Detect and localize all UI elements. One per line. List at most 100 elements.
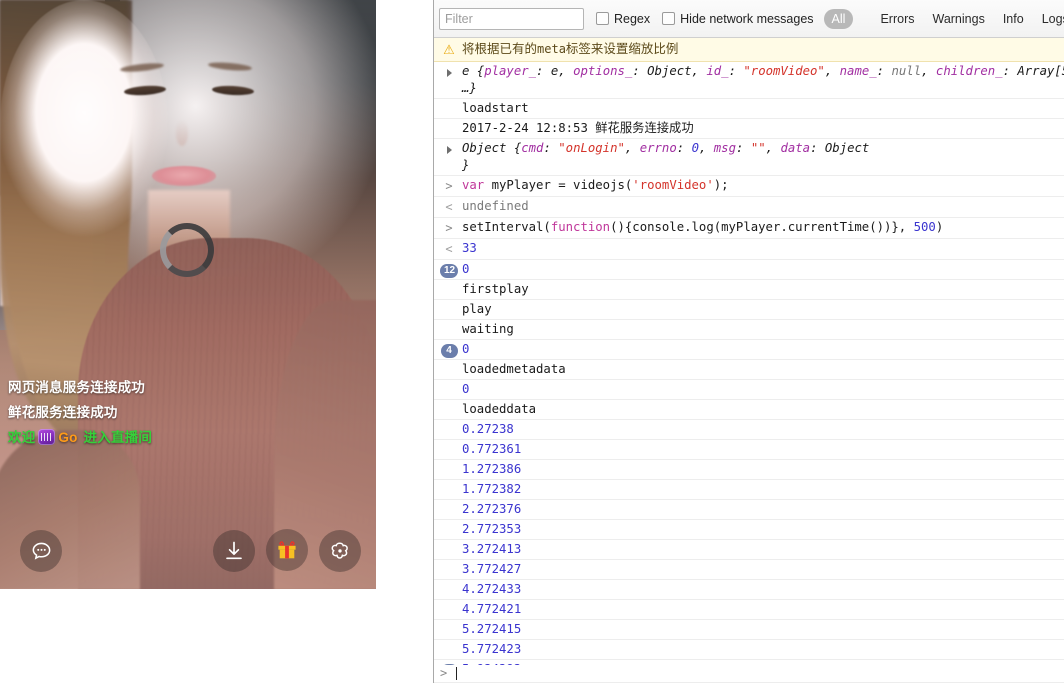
code-token: setInterval(	[462, 220, 551, 234]
console-log-row[interactable]: >setInterval(function(){console.log(myPl…	[434, 218, 1064, 239]
log-value: 0	[462, 262, 469, 276]
console-log-text: 4.772421	[458, 601, 1060, 618]
code-token: 0	[692, 141, 699, 155]
console-log-row[interactable]: 2.772353	[434, 520, 1064, 540]
code-segments: var myPlayer = videojs('roomVideo');	[462, 178, 729, 192]
regex-checkbox[interactable]: Regex	[596, 12, 650, 26]
console-log-text: Object {cmd: "onLogin", errno: 0, msg: "…	[458, 140, 1060, 174]
console-log-row[interactable]: 5.772423	[434, 640, 1064, 660]
log-row-gutter	[440, 421, 458, 422]
console-input-row[interactable]: >	[434, 665, 1064, 683]
code-token: id_	[706, 64, 728, 78]
console-log-row[interactable]: 4.772421	[434, 600, 1064, 620]
console-log-row[interactable]: > var myPlayer = videojs('roomVideo');	[434, 176, 1064, 197]
console-log-row[interactable]: 40	[434, 340, 1064, 360]
code-token: :	[736, 141, 751, 155]
console-log-text: var myPlayer = videojs('roomVideo');	[458, 177, 1060, 194]
console-log-row[interactable]: ⚠将根据已有的meta标签来设置缩放比例	[434, 38, 1064, 62]
console-log-text: e {player_: e, options_: Object, id_: "r…	[458, 63, 1060, 97]
log-value: 5.272415	[462, 622, 521, 636]
console-log-text: 33	[458, 240, 1060, 257]
regex-checkbox-box[interactable]	[596, 12, 609, 25]
gift-button[interactable]	[266, 529, 308, 571]
code-token: ,	[921, 64, 936, 78]
code-token: 'roomVideo'	[632, 178, 713, 192]
tab-all[interactable]: All	[824, 9, 854, 29]
warn-text-mono: meta	[537, 42, 566, 56]
console-log-row[interactable]: 0	[434, 380, 1064, 400]
console-log-row[interactable]: 5.272415	[434, 620, 1064, 640]
tab-errors[interactable]: Errors	[872, 9, 922, 29]
console-log-text: 5.272415	[458, 621, 1060, 638]
console-log-row[interactable]: firstplay	[434, 280, 1064, 300]
console-log-row[interactable]: <undefined	[434, 197, 1064, 218]
console-log-row[interactable]: 0.772361	[434, 440, 1064, 460]
console-log-row[interactable]: 3.772427	[434, 560, 1064, 580]
code-token: : Object,	[632, 64, 706, 78]
console-log-text: 0.772361	[458, 441, 1060, 458]
tab-logs[interactable]: Logs	[1034, 9, 1064, 29]
welcome-suffix: 进入直播间	[84, 430, 153, 445]
console-log-list[interactable]: ⚠将根据已有的meta标签来设置缩放比例e {player_: e, optio…	[434, 38, 1064, 665]
console-log-text: setInterval(function(){console.log(myPla…	[458, 219, 1060, 236]
console-log-row[interactable]: waiting	[434, 320, 1064, 340]
console-log-row[interactable]: 120	[434, 260, 1064, 280]
console-log-row[interactable]: 4.272433	[434, 580, 1064, 600]
console-log-text: loadedmetadata	[458, 361, 1060, 378]
console-log-row[interactable]: Object {cmd: "onLogin", errno: 0, msg: "…	[434, 139, 1064, 176]
code-token: : Array[5]	[1003, 64, 1064, 78]
code-segments: Object {cmd: "onLogin", errno: 0, msg: "…	[462, 141, 869, 155]
console-log-row[interactable]: 1.272386	[434, 460, 1064, 480]
warn-text-pre: 将根据已有的	[462, 42, 537, 56]
log-row-gutter	[440, 521, 458, 522]
tab-info[interactable]: Info	[995, 9, 1032, 29]
code-token: : Object	[810, 141, 869, 155]
chat-button[interactable]	[20, 530, 62, 572]
code-token: errno	[640, 141, 677, 155]
code-token: ""	[751, 141, 766, 155]
log-row-gutter	[440, 461, 458, 462]
console-log-row[interactable]: <33	[434, 239, 1064, 260]
console-log-row[interactable]: play	[434, 300, 1064, 320]
vip-badge-icon	[38, 429, 55, 445]
console-log-text: 0	[458, 341, 1060, 358]
expand-triangle-icon[interactable]	[440, 63, 458, 77]
download-button[interactable]	[213, 530, 255, 572]
console-toolbar: Regex Hide network messages All Errors W…	[434, 0, 1064, 38]
tab-warnings[interactable]: Warnings	[924, 9, 992, 29]
console-log-text: 2017-2-24 12:8:53 鲜花服务连接成功	[458, 120, 1060, 137]
console-log-row[interactable]: loadeddata	[434, 400, 1064, 420]
console-log-text: 将根据已有的meta标签来设置缩放比例	[458, 41, 1060, 58]
log-row-gutter	[440, 441, 458, 442]
console-log-text: loadstart	[458, 100, 1060, 117]
console-log-row[interactable]: loadedmetadata	[434, 360, 1064, 380]
expand-triangle-icon[interactable]	[440, 140, 458, 154]
console-log-row[interactable]: 2.272376	[434, 500, 1064, 520]
repeat-count-badge-label: 4	[441, 344, 458, 358]
flower-button[interactable]	[319, 530, 361, 572]
live-video-panel[interactable]: 网页消息服务连接成功 鲜花服务连接成功 欢迎Go进入直播间	[0, 0, 376, 589]
code-token: cmd	[521, 141, 543, 155]
log-value: loadstart	[462, 101, 529, 115]
console-log-row[interactable]: 0.27238	[434, 420, 1064, 440]
hide-network-checkbox-box[interactable]	[662, 12, 675, 25]
regex-checkbox-label: Regex	[614, 12, 650, 26]
loading-spinner-icon	[160, 223, 214, 277]
log-row-gutter	[440, 481, 458, 482]
console-log-row[interactable]: e {player_: e, options_: Object, id_: "r…	[434, 62, 1064, 99]
hide-network-checkbox[interactable]: Hide network messages	[662, 12, 813, 26]
log-value: waiting	[462, 322, 514, 336]
log-value: play	[462, 302, 492, 316]
console-log-row[interactable]: 2017-2-24 12:8:53 鲜花服务连接成功	[434, 119, 1064, 139]
input-arrow-icon: >	[440, 219, 458, 237]
code-token: e {	[462, 64, 484, 78]
input-arrow-icon: >	[440, 177, 458, 195]
log-row-gutter	[440, 301, 458, 302]
filter-input[interactable]	[439, 8, 584, 30]
log-row-gutter	[440, 641, 458, 642]
console-log-row[interactable]: loadstart	[434, 99, 1064, 119]
log-row-gutter	[440, 501, 458, 502]
console-log-row[interactable]: 1.772382	[434, 480, 1064, 500]
code-token: null	[891, 64, 921, 78]
console-log-row[interactable]: 3.272413	[434, 540, 1064, 560]
